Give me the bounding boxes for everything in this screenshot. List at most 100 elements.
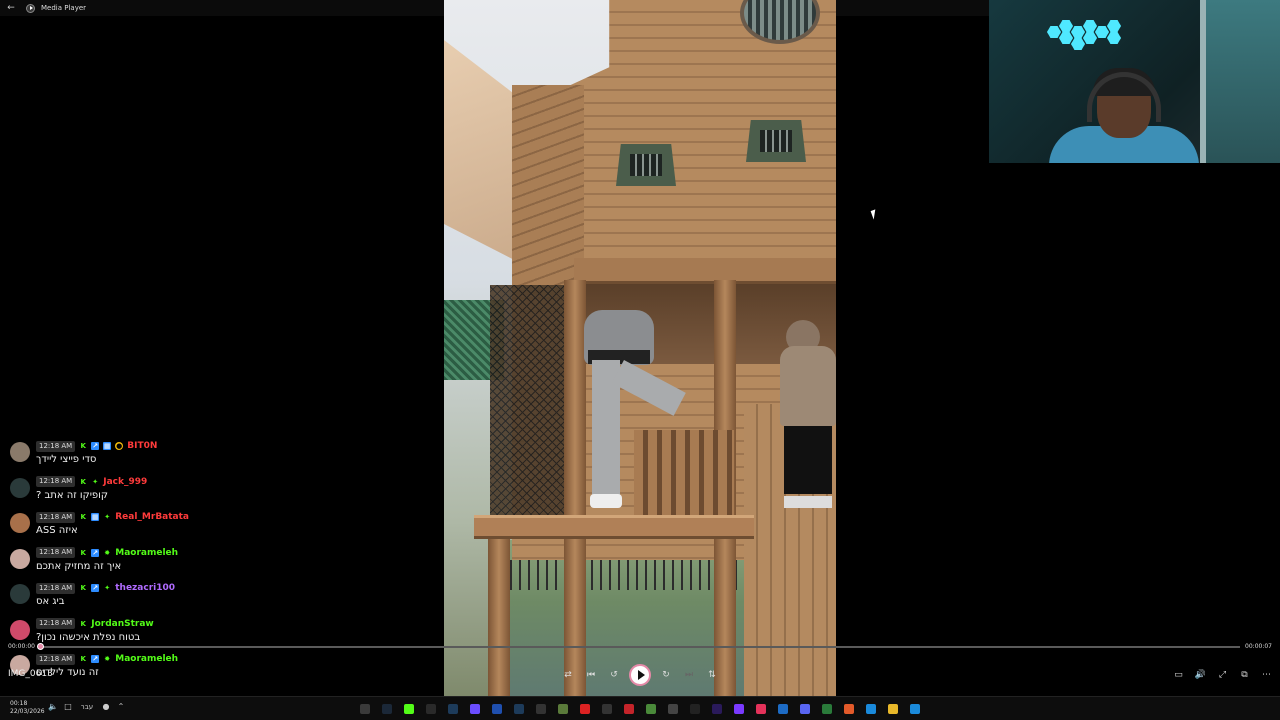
kick-icon: K: [80, 619, 86, 628]
kick-icon: K: [80, 477, 86, 486]
obs-icon[interactable]: [532, 700, 550, 718]
grid-app-icon[interactable]: [466, 700, 484, 718]
verified-icon: ↗: [91, 548, 100, 557]
system-tray: 🔈 □ עבר ● ⌃: [48, 702, 126, 711]
chat-meta: 12:18 AM K ↗ ▦ ● BIT0N: [36, 439, 157, 453]
captions-icon[interactable]: ▭: [1171, 667, 1186, 682]
avatar[interactable]: [10, 513, 30, 533]
discord-icon[interactable]: [796, 700, 814, 718]
username[interactable]: BIT0N: [127, 441, 157, 451]
explorer-icon[interactable]: [884, 700, 902, 718]
post: [488, 520, 510, 696]
more-options-icon[interactable]: ⋯: [1259, 667, 1274, 682]
timestamp: 12:18 AM: [36, 511, 76, 523]
seek-bar[interactable]: 00:00:00 00:00:07: [0, 638, 1280, 654]
app-icon[interactable]: [444, 700, 462, 718]
epic-icon[interactable]: [422, 700, 440, 718]
kick-icon: K: [80, 442, 86, 450]
chevron-up-icon[interactable]: ⌃: [116, 702, 126, 711]
star-icon: ✦: [104, 513, 111, 521]
bluetooth-icon[interactable]: [488, 700, 506, 718]
taskbar: 00:18 22/03/2026 🔈 □ עבר ● ⌃: [0, 696, 1280, 720]
post: [564, 280, 586, 696]
username[interactable]: Jack_999: [103, 477, 147, 487]
next-icon[interactable]: ⏭: [681, 667, 697, 683]
mini-player-icon[interactable]: ⧉: [1237, 667, 1252, 682]
chat-meta: 12:18 AM K ▦ ✦ Real_MrBatata: [36, 510, 189, 524]
minecraft-icon[interactable]: [642, 700, 660, 718]
rewind-10-icon[interactable]: ↺: [606, 667, 622, 683]
windows-start-icon[interactable]: [906, 700, 924, 718]
timestamp: 12:18 AM: [36, 440, 76, 452]
message-text: ביג אס: [36, 596, 65, 607]
window-title: Media Player: [41, 4, 87, 12]
kick-icon: K: [80, 548, 86, 557]
chat-meta: 12:18 AM K ↗ ✸ Maorameleh: [36, 546, 178, 560]
music-icon[interactable]: [752, 700, 770, 718]
person-standing: [780, 320, 836, 520]
back-arrow-icon[interactable]: ←: [0, 0, 22, 16]
timestamp: 12:18 AM: [36, 582, 76, 594]
settings-icon[interactable]: [664, 700, 682, 718]
fence: [510, 560, 740, 590]
edge-icon[interactable]: [862, 700, 880, 718]
brave-icon[interactable]: [840, 700, 858, 718]
photos-icon[interactable]: [774, 700, 792, 718]
network-icon[interactable]: □: [63, 702, 73, 711]
shuffle-icon[interactable]: ⇄: [560, 667, 576, 683]
star-icon: ✦: [104, 584, 111, 592]
acrobat-icon[interactable]: [620, 700, 638, 718]
username[interactable]: Maorameleh: [115, 548, 178, 558]
steam-icon[interactable]: [378, 700, 396, 718]
avatar[interactable]: [10, 548, 30, 569]
deck: [574, 258, 836, 284]
verified-icon: ↗: [91, 655, 100, 663]
seek-thumb[interactable]: [37, 643, 44, 650]
capcut-icon[interactable]: [686, 700, 704, 718]
chat-meta: 12:18 AM K ✦ Jack_999: [36, 475, 147, 489]
avatar[interactable]: [10, 477, 30, 498]
chat-message: 12:18 AM K ▦ ✦ Real_MrBatata איזה ASS: [6, 509, 436, 545]
username[interactable]: Maorameleh: [115, 654, 178, 664]
message-text: קופיקו זה אתב ?: [36, 489, 108, 501]
duration: 00:00:07: [1245, 643, 1272, 650]
notepad-icon[interactable]: [554, 700, 572, 718]
fullscreen-icon[interactable]: ⤢: [1215, 667, 1230, 682]
timestamp: 12:18 AM: [36, 476, 76, 487]
person-climbing: [584, 310, 686, 510]
avatar[interactable]: [10, 584, 30, 604]
sub-icon: ▦: [91, 513, 100, 521]
game-icon[interactable]: [576, 700, 594, 718]
avatar[interactable]: [10, 442, 30, 462]
avatar[interactable]: [10, 619, 30, 640]
seek-track[interactable]: [37, 643, 1240, 650]
notes-icon[interactable]: [598, 700, 616, 718]
kick-icon[interactable]: [400, 700, 418, 718]
message-text: איזה ASS: [36, 525, 78, 536]
username[interactable]: thezacri100: [115, 583, 175, 593]
media-player-icon[interactable]: [356, 700, 374, 718]
current-time: 00:00:00: [8, 643, 35, 650]
play-button[interactable]: [629, 664, 651, 686]
username[interactable]: JordanStraw: [91, 619, 154, 629]
verified-icon: ↗: [91, 584, 100, 592]
volume-icon[interactable]: 🔈: [48, 702, 58, 711]
clock[interactable]: 00:18 22/03/2026: [10, 700, 45, 716]
chrome-icon[interactable]: [818, 700, 836, 718]
kick-icon: K: [80, 513, 86, 521]
forward-30-icon[interactable]: ↻: [658, 667, 674, 683]
previous-icon[interactable]: ⏮: [583, 667, 599, 683]
repeat-off-icon[interactable]: ⇅: [704, 667, 720, 683]
microphone-icon[interactable]: ●: [101, 702, 111, 711]
video-frame[interactable]: [444, 0, 836, 696]
kick-icon: K: [80, 584, 86, 592]
username[interactable]: Real_MrBatata: [115, 512, 189, 522]
volume-icon[interactable]: 🔊: [1193, 667, 1208, 682]
webcam-overlay: [989, 0, 1280, 163]
language-indicator[interactable]: עבר: [78, 703, 96, 711]
timestamp: 12:18 AM: [36, 653, 76, 665]
app-icon[interactable]: [510, 700, 528, 718]
premiere-icon[interactable]: [708, 700, 726, 718]
screen: ← Media Player 12:18 AM K ↗ ▦ ● BIT0N סד…: [0, 0, 1280, 720]
app-icon[interactable]: [730, 700, 748, 718]
